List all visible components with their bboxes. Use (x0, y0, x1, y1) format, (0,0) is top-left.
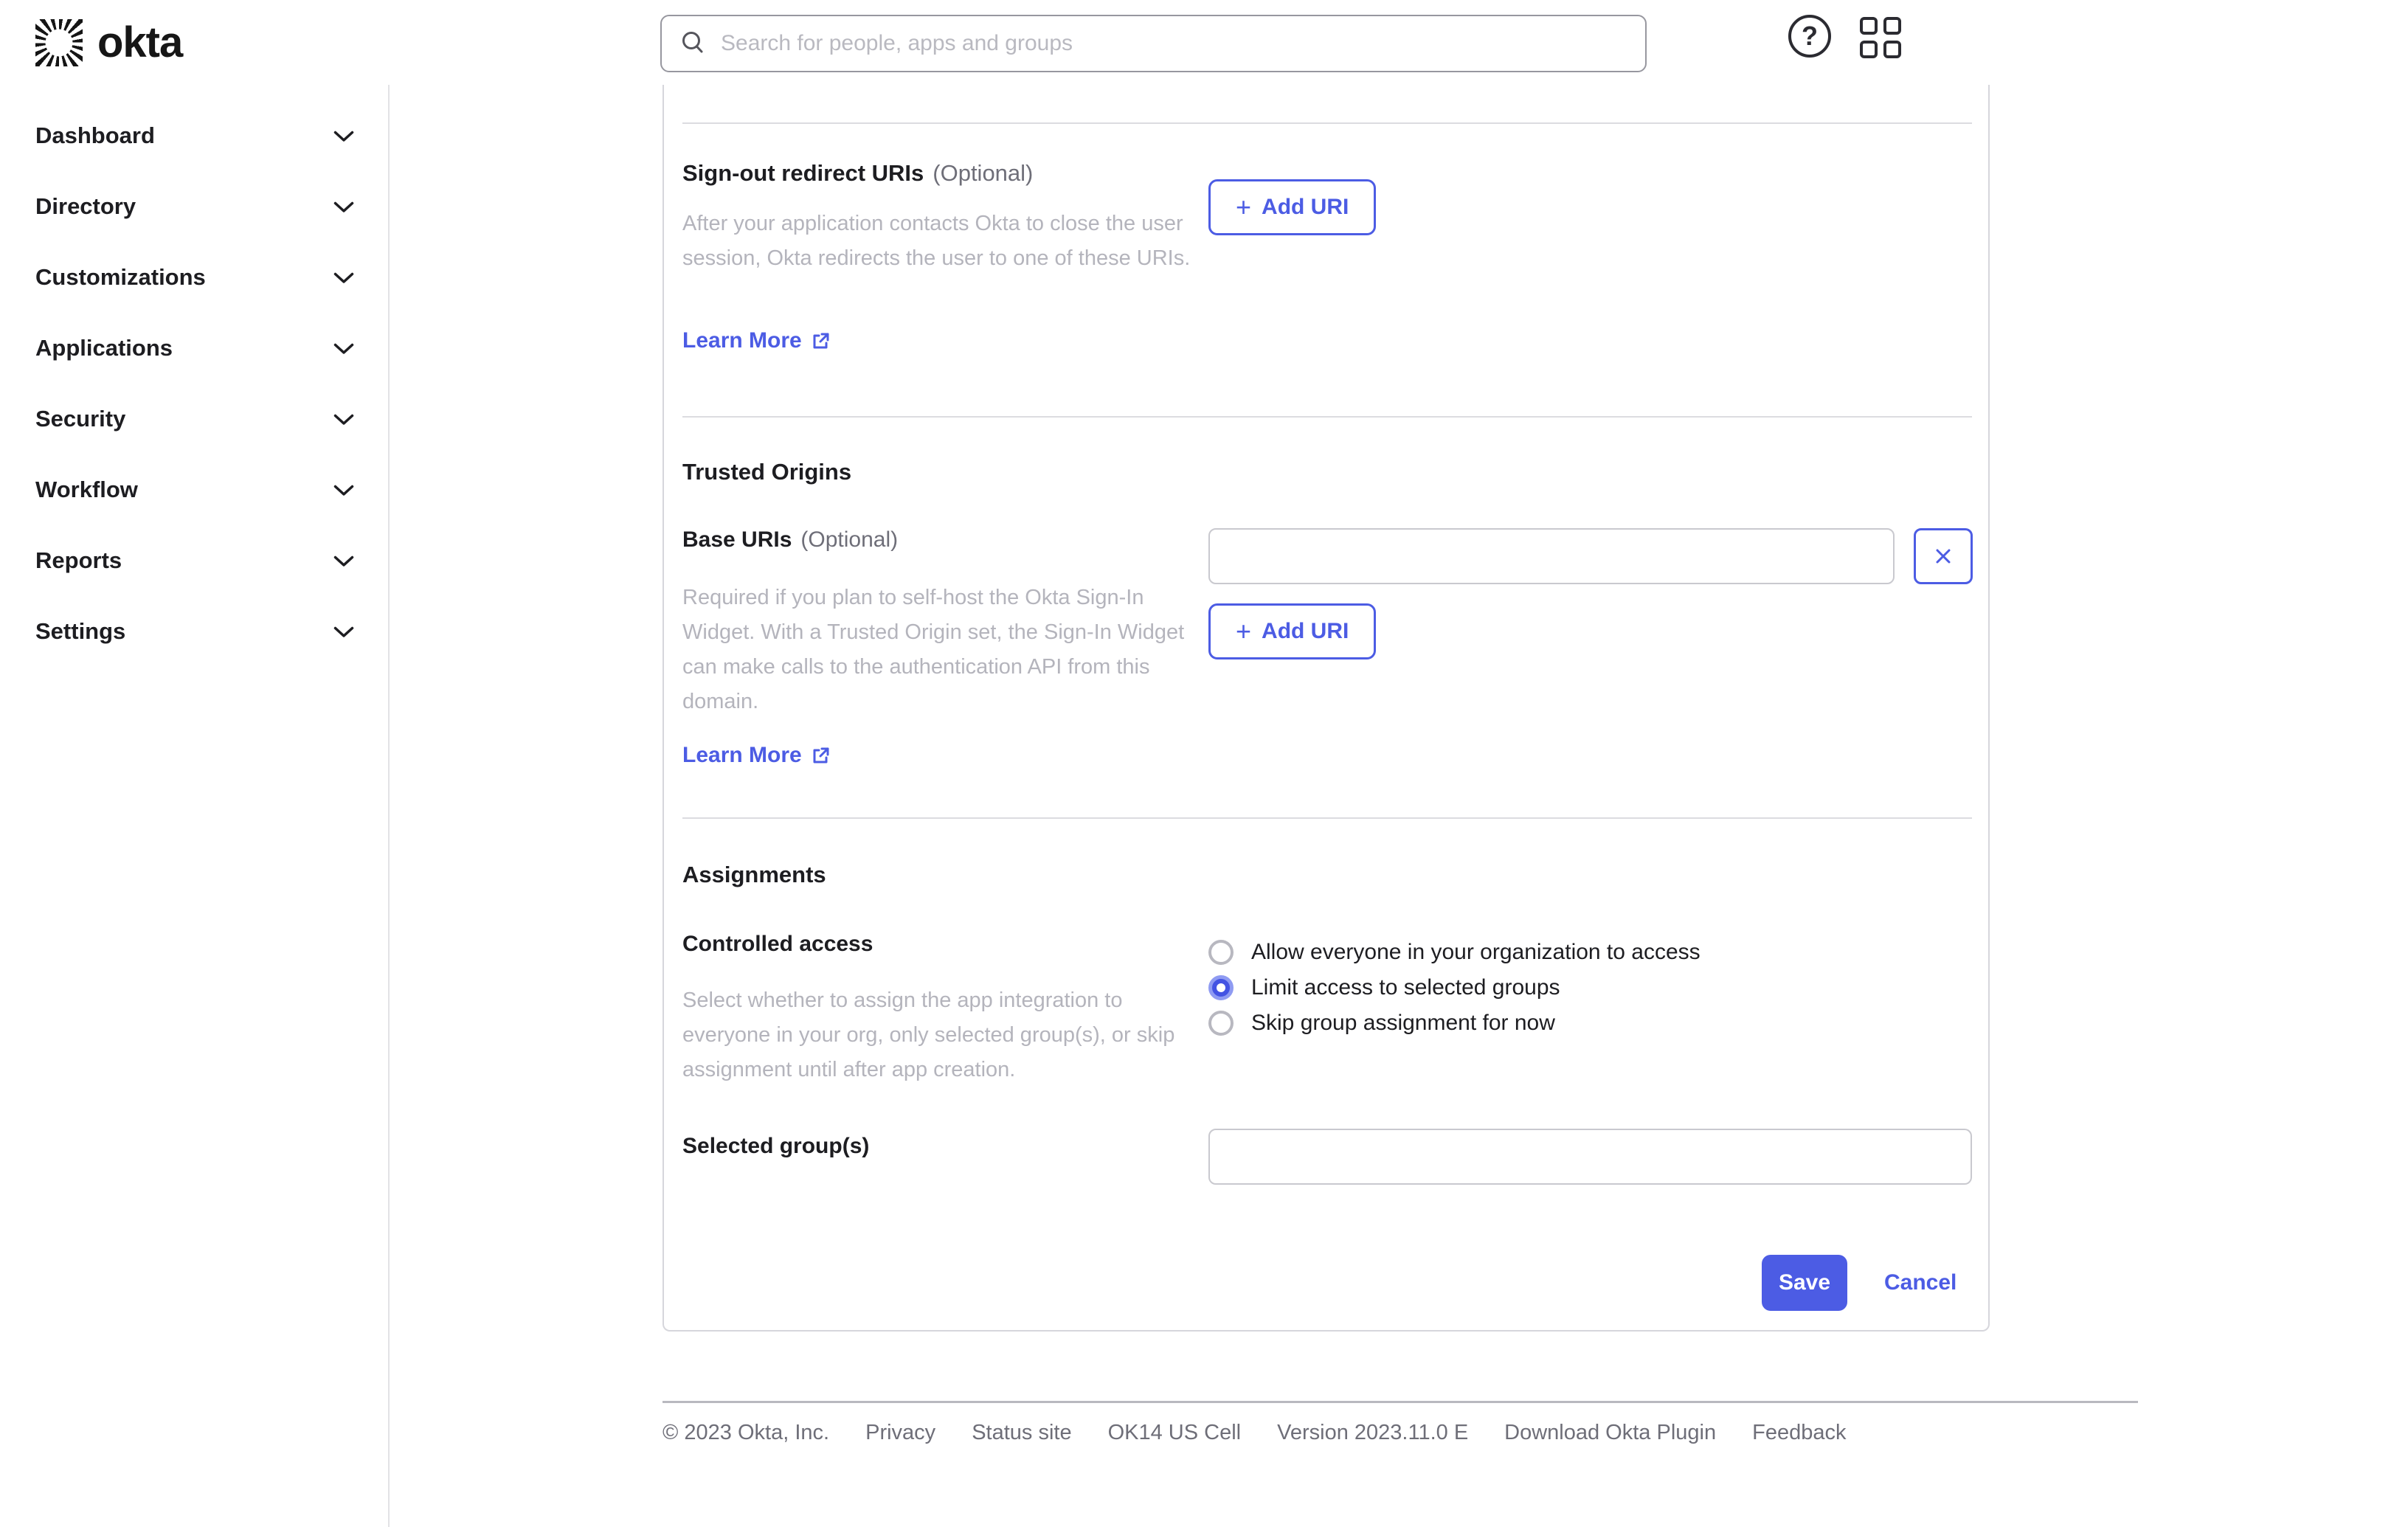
selected-groups-label: Selected group(s) (682, 1134, 870, 1158)
section-divider (682, 817, 1972, 819)
okta-logo[interactable]: okta (35, 18, 183, 67)
footer-link-status-site[interactable]: Status site (972, 1421, 1071, 1445)
add-signout-uri-button[interactable]: + Add URI (1208, 179, 1377, 235)
sidebar-item-applications[interactable]: Applications (0, 324, 388, 395)
footer-link-privacy[interactable]: Privacy (865, 1421, 935, 1445)
footer-cell-label: OK14 US Cell (1107, 1421, 1242, 1444)
chevron-down-icon (333, 343, 354, 354)
section-divider (682, 416, 1972, 418)
sidebar-item-reports[interactable]: Reports (0, 536, 388, 607)
remove-base-uri-button[interactable] (1914, 528, 1973, 584)
copyright-text: © 2023 Okta, Inc. (662, 1421, 830, 1444)
section-divider (682, 122, 1972, 124)
sidebar-nav: Dashboard Directory Customizations Appli… (0, 85, 390, 1527)
signout-learn-more-link[interactable]: Learn More (682, 328, 831, 353)
chevron-down-icon (333, 555, 354, 567)
chevron-down-icon (333, 414, 354, 425)
okta-aura-icon (35, 18, 83, 66)
plus-icon: + (1236, 192, 1252, 222)
controlled-access-radio-group: Allow everyone in your organization to a… (1208, 935, 1701, 1041)
external-link-icon (813, 333, 829, 348)
chevron-down-icon (333, 485, 354, 496)
chevron-down-icon (333, 201, 354, 212)
global-search[interactable] (660, 15, 1647, 72)
sidebar-item-settings[interactable]: Settings (0, 607, 388, 678)
sidebar-item-customizations[interactable]: Customizations (0, 253, 388, 324)
footer: © 2023 Okta, Inc. Privacy Status site OK… (662, 1421, 1846, 1445)
trusted-origins-title: Trusted Origins (682, 459, 852, 485)
radio-option-skip-assignment[interactable]: Skip group assignment for now (1208, 1005, 1701, 1041)
cancel-button[interactable]: Cancel (1884, 1255, 1957, 1311)
controlled-access-label: Controlled access (682, 932, 873, 956)
sidebar-item-dashboard[interactable]: Dashboard (0, 111, 388, 182)
sidebar-item-workflow[interactable]: Workflow (0, 465, 388, 536)
signout-description: After your application contacts Okta to … (682, 212, 1191, 270)
grid-cell (1860, 41, 1878, 58)
grid-cell (1860, 17, 1878, 35)
controlled-access-description: Select whether to assign the app integra… (682, 988, 1175, 1081)
chevron-down-icon (333, 626, 354, 637)
selected-groups-input[interactable] (1208, 1129, 1972, 1185)
top-header: okta ? (0, 0, 2408, 85)
external-link-icon (813, 747, 829, 763)
grid-cell (1883, 17, 1901, 35)
chevron-down-icon (333, 272, 354, 283)
help-icon[interactable]: ? (1788, 15, 1831, 58)
radio-option-limit-access[interactable]: Limit access to selected groups (1208, 970, 1701, 1005)
footer-version-label: Version 2023.11.0 E (1277, 1421, 1469, 1444)
chevron-down-icon (333, 131, 354, 142)
trusted-learn-more-link[interactable]: Learn More (682, 743, 831, 768)
optional-label: (Optional) (800, 527, 899, 552)
sidebar-item-directory[interactable]: Directory (0, 182, 388, 253)
base-uri-input[interactable] (1208, 528, 1895, 584)
signout-redirect-uris-label: Sign-out redirect URIs (Optional) (682, 160, 1034, 186)
footer-link-feedback[interactable]: Feedback (1752, 1421, 1846, 1445)
add-base-uri-button[interactable]: + Add URI (1208, 603, 1377, 659)
optional-label: (Optional) (933, 160, 1034, 186)
radio-button[interactable] (1208, 1011, 1234, 1036)
footer-link-download-plugin[interactable]: Download Okta Plugin (1504, 1421, 1716, 1445)
base-uris-description: Required if you plan to self-host the Ok… (682, 586, 1185, 713)
radio-button[interactable] (1208, 940, 1234, 965)
save-button[interactable]: Save (1762, 1255, 1847, 1311)
base-uris-label: Base URIs (Optional) (682, 527, 899, 552)
search-input[interactable] (721, 31, 1627, 56)
radio-button[interactable] (1208, 975, 1234, 1000)
sidebar-item-security[interactable]: Security (0, 395, 388, 465)
apps-grid-icon[interactable] (1860, 17, 1901, 58)
assignments-title: Assignments (682, 862, 826, 887)
close-icon (1936, 549, 1951, 564)
search-icon (682, 32, 703, 53)
okta-wordmark: okta (97, 18, 183, 66)
app-settings-form-card: Sign-out redirect URIs (Optional) After y… (662, 85, 1990, 1332)
footer-divider (662, 1401, 2138, 1403)
plus-icon: + (1236, 616, 1252, 646)
grid-cell (1883, 41, 1901, 58)
radio-option-allow-everyone[interactable]: Allow everyone in your organization to a… (1208, 935, 1701, 970)
